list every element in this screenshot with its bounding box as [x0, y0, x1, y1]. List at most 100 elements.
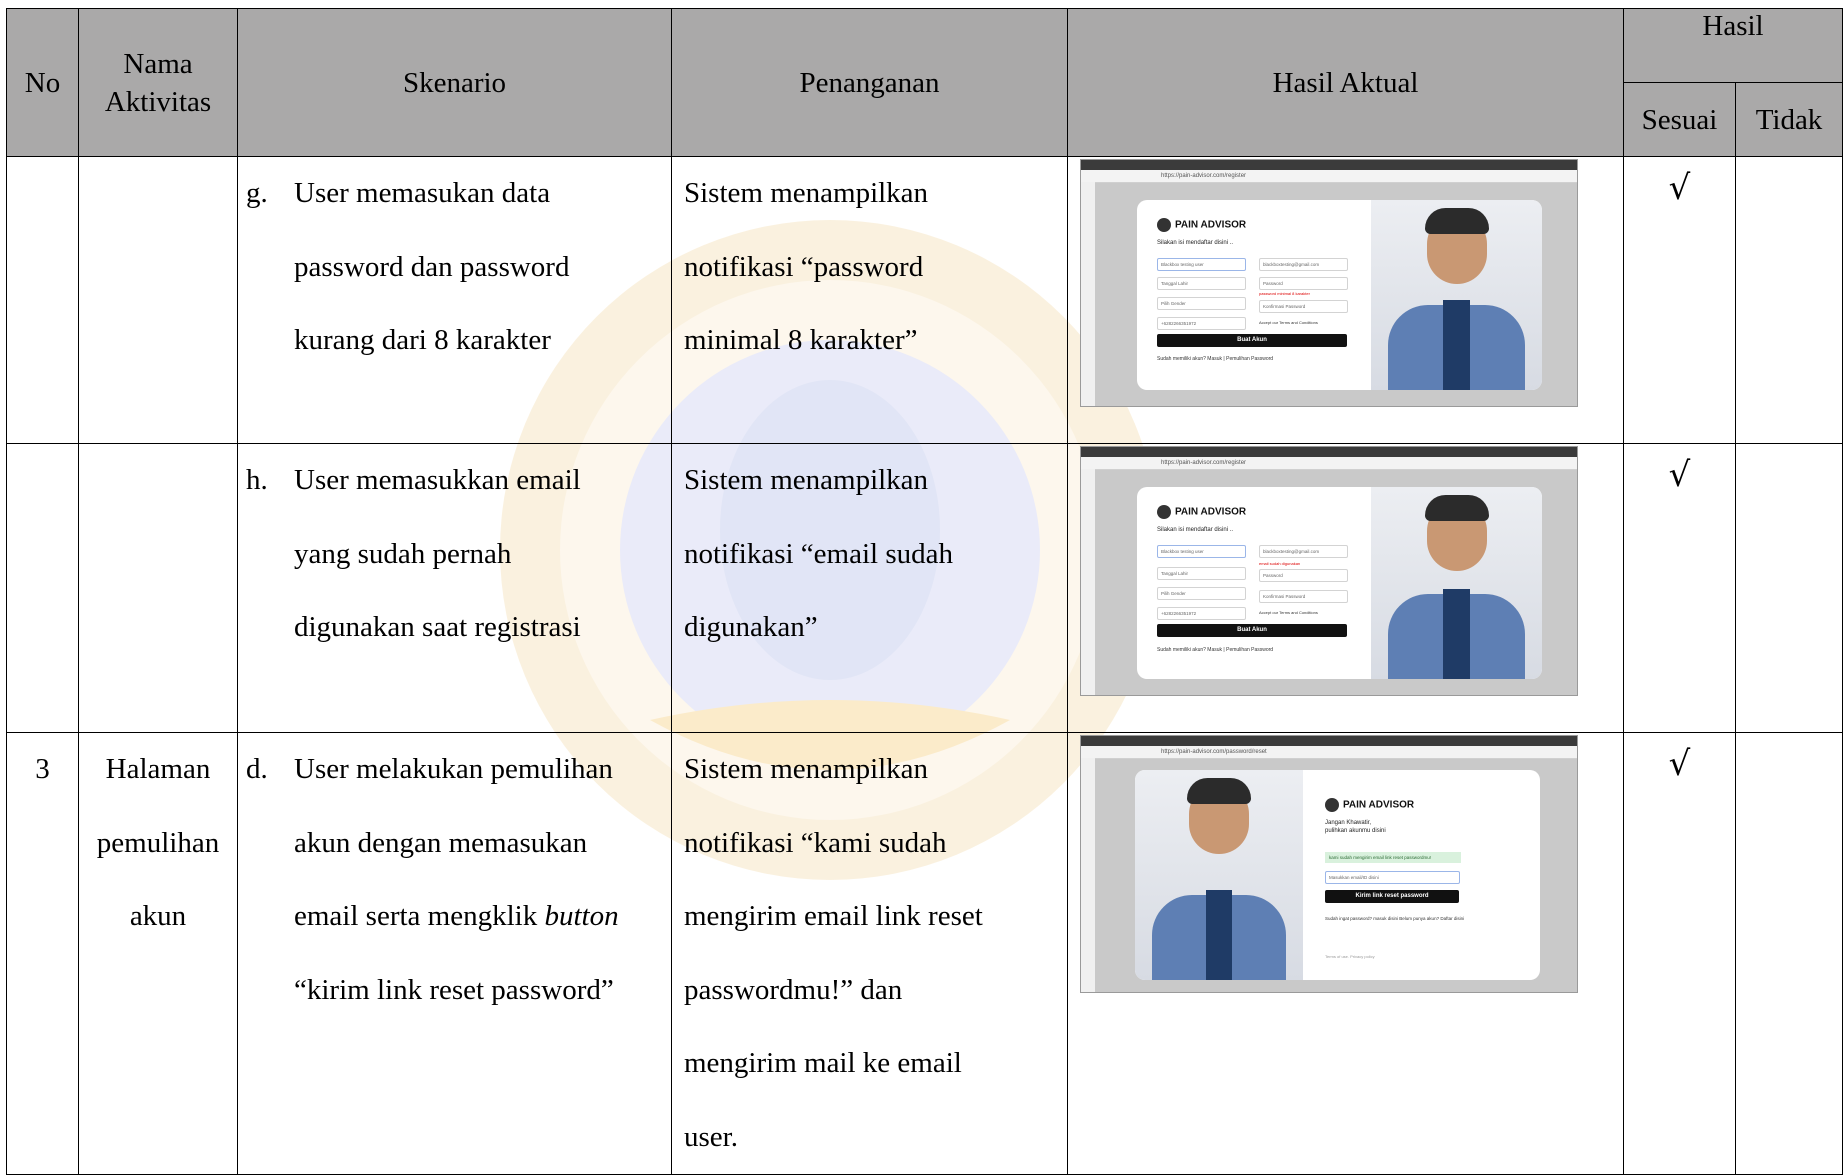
cell-no — [6, 443, 79, 733]
handling-line: user. — [684, 1120, 738, 1153]
screenshot-register-email-error: https://pain-advisor.com/register PAIN A… — [1080, 446, 1578, 696]
handling-line: notifikasi “password — [684, 250, 924, 283]
header-penanganan: Penanganan — [671, 8, 1068, 157]
gender-field: Pilih Gender — [1157, 587, 1246, 600]
header-hasil-aktual: Hasil Aktual — [1067, 8, 1624, 157]
scenario-line: User memasukan data — [294, 177, 551, 209]
cell-hasil-aktual: https://pain-advisor.com/password/reset … — [1067, 732, 1624, 1175]
scenario-line: kurang dari 8 karakter — [294, 324, 551, 356]
cell-aktivitas — [78, 443, 238, 733]
handling-line: mengirim email link reset — [684, 900, 983, 932]
register-subtitle: Silakan isi mendaftar disini .. — [1157, 240, 1234, 246]
address-bar: https://pain-advisor.com/register — [1081, 170, 1577, 183]
check-mark: √ — [1668, 744, 1691, 784]
doctor-photo — [1371, 200, 1542, 390]
cell-aktivitas — [78, 156, 238, 444]
scenario-line: digunakan saat registrasi — [294, 611, 581, 643]
header-tidak: Tidak — [1735, 82, 1843, 157]
table-row: h. User memasukkan email yang sudah pern… — [6, 443, 1843, 733]
password-field: Password — [1259, 569, 1348, 582]
cell-no — [6, 156, 79, 444]
cell-sesuai: √ — [1623, 156, 1736, 444]
cell-skenario: g. User memasukan data password dan pass… — [237, 156, 672, 444]
table-row: 3 Halaman pemulihan akun d. User melakuk… — [6, 732, 1843, 1175]
handling-line: Sistem menampilkan — [684, 753, 929, 785]
confirm-field: Konfirmasi Password — [1259, 590, 1348, 603]
send-reset-link-button: Kirim link reset password — [1325, 890, 1459, 903]
screenshot-password-reset: https://pain-advisor.com/password/reset … — [1080, 735, 1578, 993]
brand-logo: PAIN ADVISOR — [1157, 505, 1246, 519]
name-field: Blackbox testing user — [1157, 545, 1246, 558]
terms-checkbox: Accept our Terms and Conditions — [1259, 610, 1318, 615]
scenario-line: User memasukkan email — [294, 464, 581, 496]
brand-logo: PAIN ADVISOR — [1325, 798, 1414, 812]
login-link: Sudah memiliki akun? Masuk | Pemulihan P… — [1157, 356, 1274, 362]
reset-greeting: Jangan Khawatir, — [1325, 820, 1372, 826]
header-nama-line1: Nama — [123, 47, 193, 80]
scenario-emphasis: button — [544, 900, 619, 932]
cell-hasil-aktual: https://pain-advisor.com/register PAIN A… — [1067, 443, 1624, 733]
email-error: email sudah digunakan — [1259, 561, 1301, 566]
handling-line: minimal 8 karakter” — [684, 324, 918, 356]
name-field: Blackbox testing user — [1157, 258, 1246, 271]
header-skenario: Skenario — [237, 8, 672, 157]
cell-tidak — [1735, 443, 1843, 733]
activity-line: pemulihan — [96, 826, 220, 859]
reset-email-input: Masukkan email/ID disini — [1325, 871, 1460, 884]
password-field: Password — [1259, 277, 1348, 290]
register-subtitle: Silakan isi mendaftar disini .. — [1157, 527, 1234, 533]
create-account-button: Buat Akun — [1157, 334, 1347, 347]
activity-line: Halaman — [105, 753, 211, 785]
cell-hasil-aktual: https://pain-advisor.com/register PAIN A… — [1067, 156, 1624, 444]
scenario-line: yang sudah pernah — [294, 537, 512, 570]
header-sesuai: Sesuai — [1623, 82, 1736, 157]
handling-line: notifikasi “kami sudah — [684, 826, 947, 859]
scenario-text: email serta mengklik — [294, 900, 545, 932]
phone-field: +6282266351972 — [1157, 317, 1246, 330]
check-mark: √ — [1668, 168, 1691, 208]
header-hasil: Hasil — [1623, 8, 1843, 83]
scenario-letter: d. — [246, 753, 268, 785]
scenario-letter: h. — [246, 464, 268, 496]
reset-subtitle: pulihkan akunmu disini — [1325, 828, 1386, 834]
handling-line: Sistem menampilkan — [684, 464, 929, 496]
email-field: blackboxtesting@gmail.com — [1259, 545, 1348, 558]
confirm-field: Konfirmasi Password — [1259, 300, 1348, 313]
password-error: password minimal 8 karakter — [1259, 291, 1310, 296]
birthdate-field: Tanggal Lahir — [1157, 567, 1246, 580]
activity-line: akun — [129, 900, 187, 932]
screenshot-register-password-error: https://pain-advisor.com/register PAIN A… — [1080, 159, 1578, 407]
email-field: blackboxtesting@gmail.com — [1259, 258, 1348, 271]
scenario-line: email serta mengklik button — [294, 880, 671, 954]
header-nama-aktivitas: Nama Aktivitas — [78, 8, 238, 157]
cell-aktivitas: Halaman pemulihan akun — [78, 732, 238, 1175]
cell-penanganan: Sistem menampilkan notifikasi “email sud… — [671, 443, 1068, 733]
login-link: Sudah memiliki akun? Masuk | Pemulihan P… — [1157, 647, 1274, 653]
birthdate-field: Tanggal Lahir — [1157, 277, 1246, 290]
table-row: g. User memasukan data password dan pass… — [6, 156, 1843, 444]
handling-line: digunakan” — [684, 611, 818, 643]
header-no: No — [6, 8, 79, 157]
scenario-line: akun dengan memasukan — [294, 826, 588, 859]
create-account-button: Buat Akun — [1157, 624, 1347, 637]
cell-tidak — [1735, 156, 1843, 444]
scenario-line: User melakukan pemulihan — [294, 753, 613, 785]
cell-tidak — [1735, 732, 1843, 1175]
cell-sesuai: √ — [1623, 732, 1736, 1175]
cell-sesuai: √ — [1623, 443, 1736, 733]
reset-footer: Terms of use. Privacy policy — [1325, 954, 1375, 959]
check-mark: √ — [1668, 455, 1691, 495]
doctor-photo — [1371, 487, 1542, 679]
handling-line: passwordmu!” dan — [684, 973, 903, 1006]
doctor-photo — [1135, 770, 1303, 980]
terms-checkbox: Accept our Terms and Conditions — [1259, 320, 1318, 325]
reset-success-alert: kami sudah mengirim email link reset pas… — [1325, 852, 1461, 863]
test-result-table: No Nama Aktivitas Skenario Penanganan Ha… — [6, 8, 1843, 1175]
handling-line: mengirim mail ke email — [684, 1047, 962, 1079]
handling-line: Sistem menampilkan — [684, 177, 929, 209]
brand-logo: PAIN ADVISOR — [1157, 218, 1246, 232]
header-nama-line2: Aktivitas — [104, 85, 212, 118]
scenario-line: “kirim link reset password” — [294, 973, 614, 1006]
address-bar: https://pain-advisor.com/password/reset — [1081, 746, 1577, 759]
phone-field: +6282266351972 — [1157, 607, 1246, 620]
